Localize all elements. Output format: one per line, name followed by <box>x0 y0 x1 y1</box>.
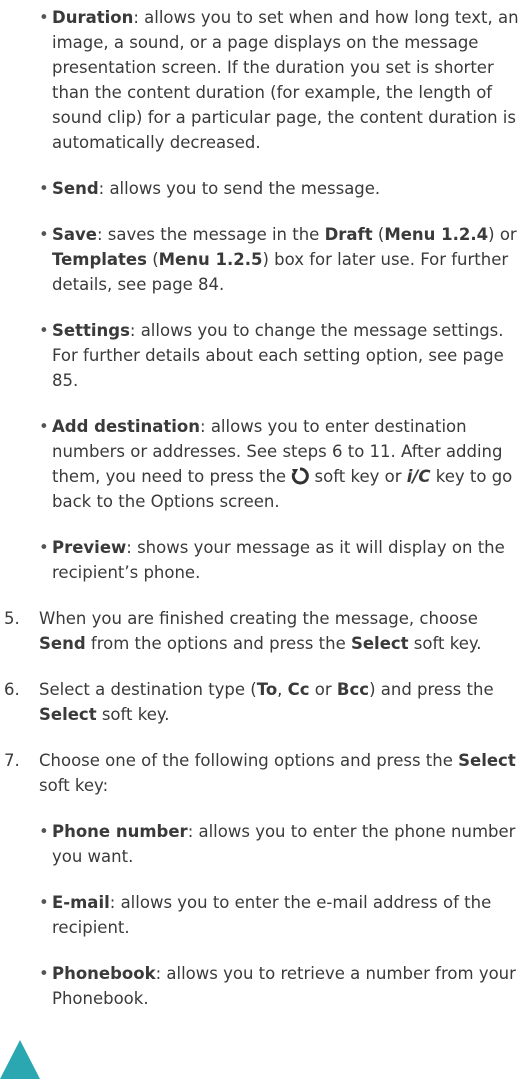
bullet-term: Preview <box>52 538 127 557</box>
step-number: 6. <box>4 680 20 699</box>
step-keyword: Select <box>39 705 97 724</box>
list-item: Phone number: allows you to enter the ph… <box>39 819 527 869</box>
step-text: Choose one of the following options and … <box>39 751 459 770</box>
step-keyword: To <box>256 680 278 699</box>
back-soft-key-icon <box>291 467 310 485</box>
bullet-text: ( <box>146 250 159 269</box>
bullet-term: E-mail <box>52 893 110 912</box>
step-number: 5. <box>4 609 20 628</box>
list-item: Send: allows you to send the message. <box>39 176 527 201</box>
bullet-term: Settings <box>52 321 130 340</box>
clear-key-icon: i/C <box>406 467 431 486</box>
list-item: Save: saves the message in the Draft (Me… <box>39 222 527 297</box>
options-list: Duration: allows you to set when and how… <box>39 5 527 585</box>
step-keyword: Send <box>39 634 86 653</box>
bullet-text: : saves the message in the <box>96 225 325 244</box>
steps-list: 5. When you are finished creating the me… <box>0 606 531 798</box>
step-number: 7. <box>4 751 20 770</box>
bullet-text: : allows you to enter the e-mail address… <box>52 893 492 937</box>
step-item: 7. Choose one of the following options a… <box>0 748 527 798</box>
step-item: 6. Select a destination type (To, Cc or … <box>0 677 527 727</box>
step-text: , <box>277 680 288 699</box>
bullet-text: : allows you to send the message. <box>98 179 381 198</box>
list-item: Add destination: allows you to enter des… <box>39 414 527 514</box>
menu-name: Draft <box>324 225 373 244</box>
step-text: When you are finished creating the messa… <box>39 609 478 628</box>
bullet-term: Add destination <box>52 417 201 436</box>
step-keyword: Select <box>350 634 409 653</box>
menu-number: Menu 1.2.4 <box>384 225 489 244</box>
step-text: soft key. <box>408 634 482 653</box>
manual-page: Duration: allows you to set when and how… <box>0 0 531 1079</box>
step-keyword: Select <box>458 751 516 770</box>
list-item: E-mail: allows you to enter the e-mail a… <box>39 890 527 940</box>
recipient-options-list: Phone number: allows you to enter the ph… <box>39 819 527 1011</box>
list-item: Settings: allows you to change the messa… <box>39 318 527 393</box>
list-item: Duration: allows you to set when and how… <box>39 5 527 155</box>
bullet-term: Duration <box>52 8 134 27</box>
step-text: or <box>309 680 337 699</box>
step-keyword: Bcc <box>336 680 370 699</box>
step-text: soft key. <box>96 705 170 724</box>
bullet-text: : allows you to set when and how long te… <box>52 8 519 152</box>
bullet-text: soft key or <box>309 467 407 486</box>
menu-number: Menu 1.2.5 <box>158 250 263 269</box>
list-item: Phonebook: allows you to retrieve a numb… <box>39 961 527 1011</box>
step-keyword: Cc <box>287 680 310 699</box>
list-item: Preview: shows your message as it will d… <box>39 535 527 585</box>
section-tab-marker <box>0 1040 40 1079</box>
bullet-term: Phonebook <box>52 964 156 983</box>
bullet-term: Send <box>52 179 99 198</box>
step-text: from the options and press the <box>85 634 351 653</box>
bullet-term: Save <box>52 225 97 244</box>
step-text: Select a destination type ( <box>39 680 257 699</box>
bullet-text: ( <box>372 225 385 244</box>
step-text: ) and press the <box>369 680 494 699</box>
bullet-text: ) or <box>488 225 517 244</box>
step-text: soft key: <box>39 776 109 795</box>
bullet-term: Phone number <box>52 822 188 841</box>
menu-name: Templates <box>52 250 147 269</box>
content: Duration: allows you to set when and how… <box>0 5 531 1032</box>
step-item: 5. When you are finished creating the me… <box>0 606 527 656</box>
